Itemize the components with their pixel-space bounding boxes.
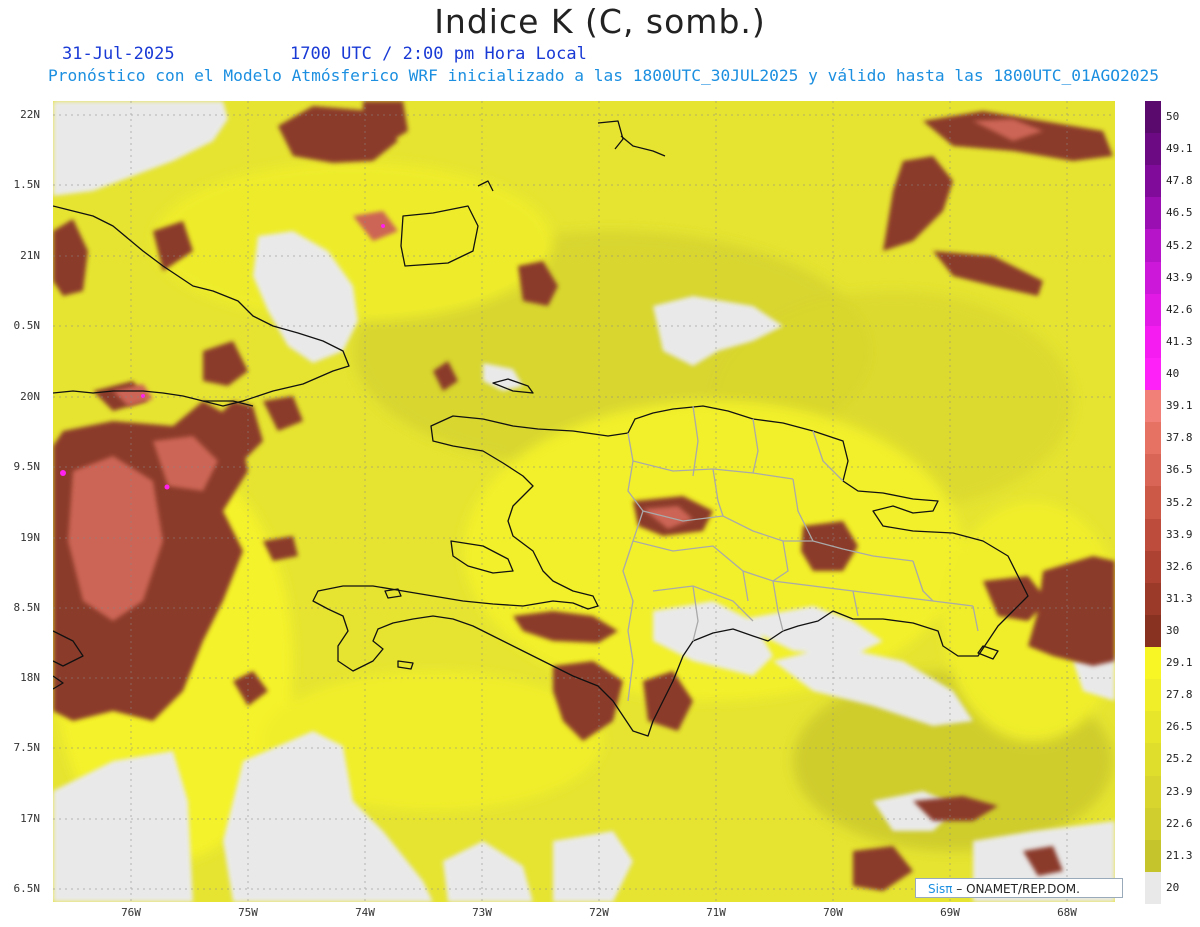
model-description: Pronóstico con el Modelo Atmósferico WRF… bbox=[48, 66, 1160, 85]
colorbar-segment bbox=[1145, 261, 1161, 295]
colorbar-label: 49.1 bbox=[1166, 142, 1193, 156]
colorbar-segment bbox=[1145, 647, 1161, 680]
colorbar-segment bbox=[1145, 357, 1161, 391]
lon-tick: 74W bbox=[355, 906, 375, 919]
lon-tick: 75W bbox=[238, 906, 258, 919]
sispi-brand: Sisπ bbox=[928, 882, 953, 896]
colorbar-segment bbox=[1145, 775, 1161, 809]
colorbar-segment bbox=[1145, 518, 1161, 552]
colorbar-label: 50 bbox=[1166, 110, 1180, 124]
colorbar-label: 20 bbox=[1166, 880, 1180, 894]
colorbar-segment bbox=[1145, 197, 1161, 230]
colorbar-segment bbox=[1145, 743, 1161, 776]
colorbar-label: 46.5 bbox=[1166, 206, 1193, 220]
lon-tick: 70W bbox=[823, 906, 843, 919]
lon-tick: 76W bbox=[121, 906, 141, 919]
k-index-map bbox=[53, 101, 1115, 902]
lon-tick: 73W bbox=[472, 906, 492, 919]
colorbar-label: 31.3 bbox=[1166, 591, 1193, 605]
colorbar-label: 35.2 bbox=[1166, 495, 1193, 509]
colorbar-segment bbox=[1145, 229, 1161, 263]
lon-tick: 71W bbox=[706, 906, 726, 919]
onamet-label: – ONAMET/REP.DOM. bbox=[952, 882, 1080, 896]
colorbar-label: 23.9 bbox=[1166, 784, 1193, 798]
colorbar-segment bbox=[1145, 871, 1161, 905]
colorbar-label: 27.8 bbox=[1166, 688, 1193, 702]
colorbar bbox=[1145, 101, 1161, 905]
colorbar-segment bbox=[1145, 101, 1161, 134]
colorbar-label: 47.8 bbox=[1166, 174, 1193, 188]
colorbar-segment bbox=[1145, 390, 1161, 423]
lat-tick: 21N bbox=[20, 249, 40, 262]
colorbar-segment bbox=[1145, 839, 1161, 873]
colorbar-segment bbox=[1145, 807, 1161, 841]
lat-tick: 8.5N bbox=[13, 601, 41, 614]
lat-tick: 7.5N bbox=[13, 741, 41, 754]
colorbar-label: 30 bbox=[1166, 623, 1180, 637]
colorbar-segment bbox=[1145, 582, 1161, 616]
colorbar-segment bbox=[1145, 165, 1161, 198]
colorbar-segment bbox=[1145, 325, 1161, 359]
colorbar-label: 37.8 bbox=[1166, 431, 1193, 445]
credit-box: Sisπ – ONAMET/REP.DOM. bbox=[915, 878, 1123, 898]
colorbar-segment bbox=[1145, 486, 1161, 520]
colorbar-segment bbox=[1145, 133, 1161, 166]
lon-tick: 72W bbox=[589, 906, 609, 919]
forecast-time: 1700 UTC / 2:00 pm Hora Local bbox=[290, 44, 587, 64]
colorbar-label: 21.3 bbox=[1166, 848, 1193, 862]
colorbar-label: 25.2 bbox=[1166, 752, 1193, 766]
forecast-date: 31-Jul-2025 bbox=[62, 44, 175, 64]
lat-tick: 1.5N bbox=[13, 178, 41, 191]
lat-tick: 20N bbox=[20, 390, 40, 403]
colorbar-segment bbox=[1145, 614, 1161, 648]
colorbar-label: 26.5 bbox=[1166, 720, 1193, 734]
lon-tick: 69W bbox=[940, 906, 960, 919]
colorbar-label: 32.6 bbox=[1166, 559, 1193, 573]
colorbar-segment bbox=[1145, 293, 1161, 327]
lon-tick: 68W bbox=[1057, 906, 1077, 919]
colorbar-label: 40 bbox=[1166, 367, 1180, 381]
lat-tick: 19N bbox=[20, 531, 40, 544]
lat-tick: 18N bbox=[20, 671, 40, 684]
colorbar-label: 45.2 bbox=[1166, 238, 1193, 252]
colorbar-segment bbox=[1145, 422, 1161, 455]
colorbar-label: 36.5 bbox=[1166, 463, 1193, 477]
colorbar-segment bbox=[1145, 679, 1161, 712]
colorbar-segment bbox=[1145, 550, 1161, 584]
colorbar-label: 29.1 bbox=[1166, 656, 1193, 670]
colorbar-segment bbox=[1145, 711, 1161, 744]
colorbar-label: 43.9 bbox=[1166, 270, 1193, 284]
colorbar-label: 22.6 bbox=[1166, 816, 1193, 830]
colorbar-label: 33.9 bbox=[1166, 527, 1193, 541]
map-title: Indice K (C, somb.) bbox=[434, 2, 766, 41]
colorbar-label: 39.1 bbox=[1166, 399, 1193, 413]
colorbar-label: 41.3 bbox=[1166, 334, 1193, 348]
lat-tick: 0.5N bbox=[13, 319, 41, 332]
colorbar-segment bbox=[1145, 454, 1161, 487]
colorbar-label: 42.6 bbox=[1166, 302, 1193, 316]
lat-tick: 22N bbox=[20, 108, 40, 121]
lat-tick: 17N bbox=[20, 812, 40, 825]
lat-tick: 6.5N bbox=[13, 882, 41, 895]
lat-tick: 9.5N bbox=[13, 460, 41, 473]
